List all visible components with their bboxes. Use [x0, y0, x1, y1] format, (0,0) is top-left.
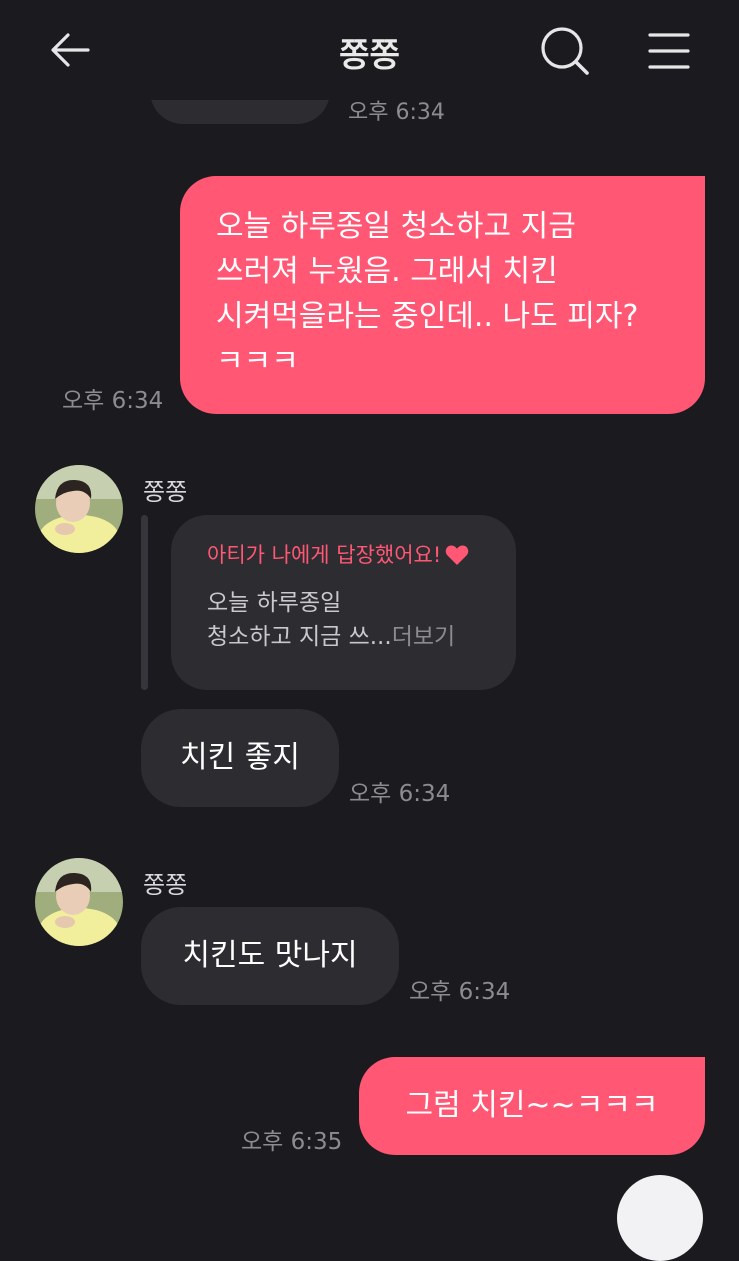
reply-line: 오늘 하루종일: [207, 590, 342, 616]
reply-quote-bar: [141, 515, 148, 690]
scroll-down-button[interactable]: [617, 1175, 703, 1261]
incoming-message-bubble[interactable]: 치킨 좋지: [141, 709, 339, 807]
reply-quoted-text: 오늘 하루종일 청소하고 지금 쓰...더보기: [207, 586, 516, 654]
message-time: 오후 6:34: [409, 979, 511, 1005]
heart-icon: [445, 544, 469, 574]
chat-title: 쫑쫑: [339, 35, 400, 74]
reply-header-text: 아티가 나에게 답장했어요!: [207, 543, 442, 567]
message-line: 시켜먹을라는 중인데.. 나도 피자?: [216, 299, 639, 334]
message-line: 오늘 하루종일 청소하고 지금: [216, 209, 576, 244]
reply-line: 청소하고 지금 쓰...더보기: [207, 620, 516, 654]
message-time: 오후 6:35: [241, 1129, 343, 1155]
reply-quote-card[interactable]: 아티가 나에게 답장했어요! 오늘 하루종일 청소하고 지금 쓰...더보기: [171, 515, 516, 690]
message-line: 쓰러져 누웠음. 그래서 치킨: [216, 254, 558, 289]
outgoing-message-bubble[interactable]: 오늘 하루종일 청소하고 지금 쓰러져 누웠음. 그래서 치킨 시켜먹을라는 중…: [180, 176, 705, 414]
reply-line-text: 청소하고 지금 쓰...: [207, 624, 392, 650]
see-more-link[interactable]: 더보기: [392, 624, 455, 650]
chat-header: 쫑쫑: [0, 0, 739, 100]
search-icon[interactable]: [539, 25, 591, 81]
sender-name: 쫑쫑: [143, 871, 188, 899]
message-line: ㅋㅋㅋ: [216, 344, 299, 379]
avatar[interactable]: [35, 858, 123, 946]
outgoing-message-bubble[interactable]: 그럼 치킨~~ㅋㅋㅋ: [359, 1057, 705, 1155]
hamburger-menu-icon[interactable]: [648, 32, 690, 74]
avatar[interactable]: [35, 465, 123, 553]
message-time: 오후 6:34: [62, 388, 164, 414]
message-time: 오후 6:34: [349, 781, 451, 807]
reply-header: 아티가 나에게 답장했어요!: [207, 540, 516, 574]
incoming-message-bubble[interactable]: 치킨도 맛나지: [141, 907, 399, 1005]
sender-name: 쫑쫑: [143, 478, 188, 506]
